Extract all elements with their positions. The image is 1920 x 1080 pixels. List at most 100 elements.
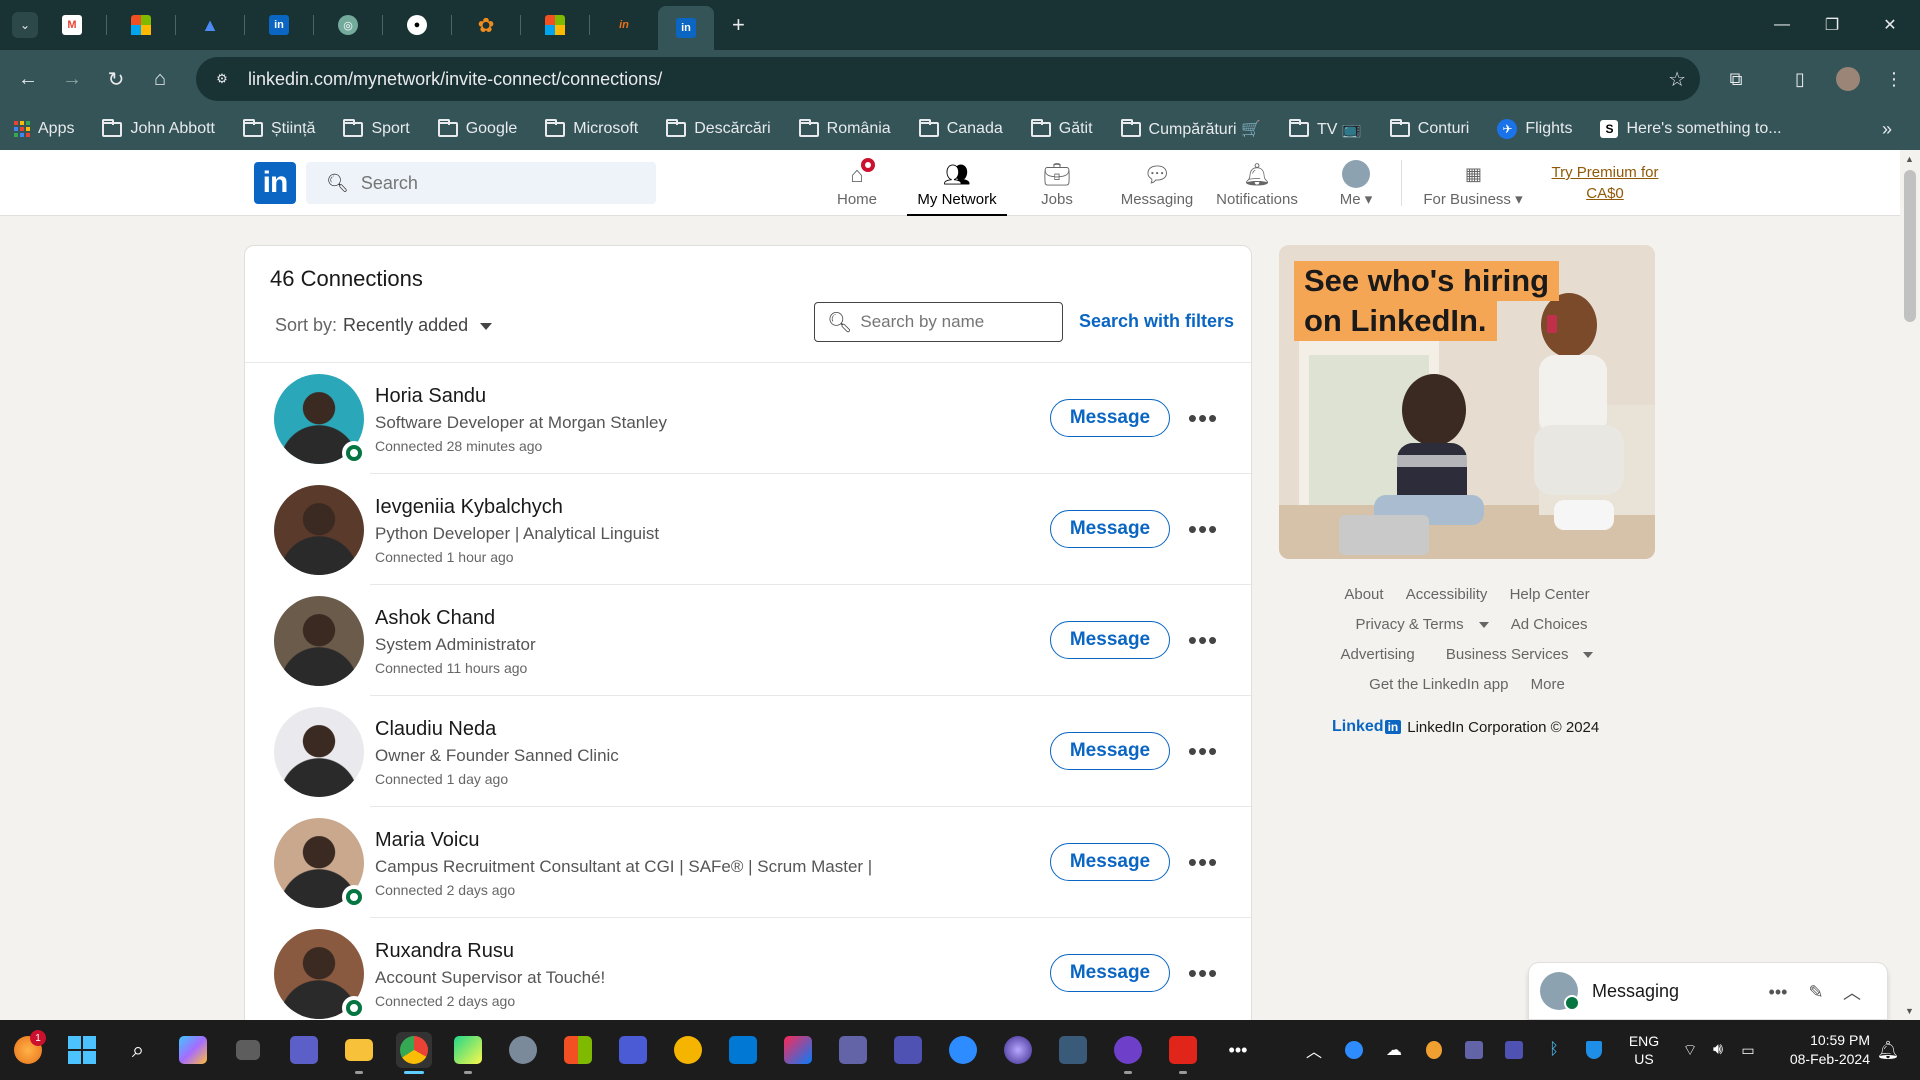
page-scrollbar[interactable]: ▲ ▼ bbox=[1900, 150, 1920, 1020]
search-by-name-box[interactable]: 🔍︎ bbox=[814, 302, 1063, 342]
bookmark-folder[interactable]: Google bbox=[437, 118, 517, 138]
message-button[interactable]: Message bbox=[1050, 843, 1170, 881]
battery-icon[interactable]: ▭ bbox=[1730, 1032, 1766, 1068]
global-search-box[interactable]: 🔍︎ bbox=[306, 162, 656, 204]
profile-avatar[interactable] bbox=[1830, 61, 1866, 97]
footer-link-about[interactable]: About bbox=[1344, 586, 1383, 603]
more-icon[interactable]: ••• bbox=[1765, 979, 1791, 1005]
footer-link-advertising[interactable]: Advertising bbox=[1341, 646, 1415, 663]
menu-kebab-icon[interactable]: ⋮ bbox=[1876, 61, 1912, 97]
url-text[interactable]: linkedin.com/mynetwork/invite-connect/co… bbox=[248, 69, 662, 90]
back-arrow-icon[interactable]: ← bbox=[10, 61, 46, 97]
message-button[interactable]: Message bbox=[1050, 399, 1170, 437]
zoom-icon[interactable] bbox=[945, 1032, 981, 1068]
scroll-up-arrow-icon[interactable]: ▲ bbox=[1905, 154, 1914, 164]
teams-tray-icon[interactable] bbox=[1456, 1032, 1492, 1068]
scroll-down-arrow-icon[interactable]: ▼ bbox=[1905, 1006, 1914, 1016]
ad-banner[interactable]: See who's hiring on LinkedIn. bbox=[1279, 245, 1655, 559]
sort-control[interactable]: Sort by: Recently added bbox=[275, 315, 493, 336]
connection-name[interactable]: Ashok Chand bbox=[375, 607, 495, 630]
zoom-tray-icon[interactable] bbox=[1336, 1032, 1372, 1068]
intellij-icon[interactable] bbox=[780, 1032, 816, 1068]
tab-microsoft-2[interactable] bbox=[535, 7, 575, 43]
connection-name[interactable]: Claudiu Neda bbox=[375, 718, 496, 741]
forward-arrow-icon[interactable]: → bbox=[54, 61, 90, 97]
global-search-input[interactable] bbox=[360, 172, 641, 194]
task-view-icon[interactable] bbox=[230, 1032, 266, 1068]
more-bookmarks-icon[interactable]: » bbox=[1882, 119, 1892, 140]
more-actions-icon[interactable]: ••• bbox=[1186, 514, 1220, 544]
tab-chatgpt[interactable]: ◎ bbox=[328, 7, 368, 43]
chrome-icon[interactable] bbox=[396, 1032, 432, 1074]
tab-drive[interactable]: ▲ bbox=[190, 7, 230, 43]
tab-github[interactable]: ● bbox=[397, 7, 437, 43]
footer-link-accessibility[interactable]: Accessibility bbox=[1406, 586, 1488, 603]
bookmark-apps[interactable]: Apps bbox=[14, 120, 74, 138]
avatar[interactable] bbox=[274, 707, 364, 797]
footer-link-help-center[interactable]: Help Center bbox=[1510, 586, 1590, 603]
search-icon[interactable]: ⌕ bbox=[120, 1032, 156, 1068]
copilot-icon[interactable] bbox=[175, 1032, 211, 1068]
bookmark-folder[interactable]: Știință bbox=[242, 118, 315, 138]
tab-indeed[interactable]: in bbox=[604, 7, 644, 43]
connection-name[interactable]: Maria Voicu bbox=[375, 829, 480, 852]
bookmark-link[interactable]: S Here's something to... bbox=[1600, 120, 1782, 138]
footer-link-get-app[interactable]: Get the LinkedIn app bbox=[1369, 676, 1508, 693]
sort-value[interactable]: Recently added bbox=[343, 315, 468, 335]
search-by-name-input[interactable] bbox=[860, 312, 1051, 332]
more-apps-icon[interactable]: ••• bbox=[1220, 1032, 1256, 1068]
linkedin-logo-icon[interactable]: in bbox=[254, 162, 296, 204]
tab-linkedin-active[interactable]: in bbox=[658, 6, 714, 50]
github-desktop-icon[interactable] bbox=[1110, 1032, 1146, 1074]
footer-link-privacy-terms[interactable]: Privacy & Terms bbox=[1347, 616, 1489, 633]
vpn-icon[interactable] bbox=[1416, 1032, 1452, 1068]
settings-gear-icon[interactable] bbox=[505, 1032, 541, 1068]
file-explorer-icon[interactable] bbox=[341, 1032, 377, 1074]
bookmark-folder[interactable]: John Abbott bbox=[102, 118, 215, 138]
messaging-overlay[interactable]: Messaging ••• ✎ ︿ bbox=[1529, 963, 1887, 1019]
more-actions-icon[interactable]: ••• bbox=[1186, 847, 1220, 877]
avatar[interactable] bbox=[274, 596, 364, 686]
connection-name[interactable]: Horia Sandu bbox=[375, 385, 486, 408]
clipchamp-icon[interactable] bbox=[615, 1032, 651, 1068]
more-actions-icon[interactable]: ••• bbox=[1186, 625, 1220, 655]
browser-orb-icon[interactable] bbox=[1000, 1032, 1036, 1068]
connection-name[interactable]: Ruxandra Rusu bbox=[375, 940, 514, 963]
onedrive-icon[interactable]: ☁ bbox=[1376, 1032, 1412, 1068]
defender-shield-icon[interactable] bbox=[1576, 1032, 1612, 1068]
home-icon[interactable]: ⌂ bbox=[142, 61, 178, 97]
nav-jobs[interactable]: 💼︎ Jobs bbox=[1007, 150, 1107, 216]
bookmark-star-icon[interactable]: ☆ bbox=[1668, 67, 1686, 92]
footer-link-ad-choices[interactable]: Ad Choices bbox=[1511, 616, 1588, 633]
bookmark-flights[interactable]: ✈ Flights bbox=[1497, 119, 1572, 139]
more-actions-icon[interactable]: ••• bbox=[1186, 736, 1220, 766]
tab-search-chevron-icon[interactable]: ⌄ bbox=[12, 12, 38, 38]
bookmark-folder[interactable]: Gătit bbox=[1030, 118, 1093, 138]
tab-linkedin[interactable]: in bbox=[259, 7, 299, 43]
more-actions-icon[interactable]: ••• bbox=[1186, 958, 1220, 988]
message-button[interactable]: Message bbox=[1050, 954, 1170, 992]
reload-icon[interactable]: ↻ bbox=[98, 61, 134, 97]
nav-home[interactable]: ⌂ Home bbox=[807, 150, 907, 216]
bookmark-folder[interactable]: România bbox=[798, 118, 891, 138]
restore-icon[interactable]: ❐ bbox=[1802, 0, 1862, 50]
scrollbar-thumb[interactable] bbox=[1904, 170, 1916, 322]
bookmark-folder[interactable]: Descărcări bbox=[666, 118, 771, 138]
bluetooth-icon[interactable]: ᛒ bbox=[1536, 1032, 1572, 1068]
bookmark-folder[interactable]: TV 📺 bbox=[1288, 118, 1362, 139]
footer-link-business-services[interactable]: Business Services bbox=[1437, 646, 1594, 663]
footer-link-more[interactable]: More bbox=[1531, 676, 1565, 693]
connection-name[interactable]: Ievgeniia Kybalchych bbox=[375, 496, 563, 519]
clock[interactable]: 10:59 PM 08-Feb-2024 bbox=[1770, 1020, 1870, 1080]
new-tab-button[interactable]: + bbox=[732, 12, 745, 38]
teams-classic-icon[interactable] bbox=[835, 1032, 871, 1068]
nav-me[interactable]: Me ▾ bbox=[1306, 150, 1406, 216]
address-bar[interactable]: ⚙ linkedin.com/mynetwork/invite-connect/… bbox=[196, 57, 1700, 101]
acrobat-icon[interactable] bbox=[1165, 1032, 1201, 1074]
windows-start-icon[interactable] bbox=[64, 1032, 100, 1068]
message-button[interactable]: Message bbox=[1050, 732, 1170, 770]
bookmark-folder[interactable]: Canada bbox=[918, 118, 1003, 138]
chevron-up-icon[interactable]: ︿ bbox=[1839, 979, 1865, 1005]
chevron-up-icon[interactable]: ︿ bbox=[1296, 1032, 1332, 1068]
bookmark-folder[interactable]: Conturi bbox=[1389, 118, 1469, 138]
